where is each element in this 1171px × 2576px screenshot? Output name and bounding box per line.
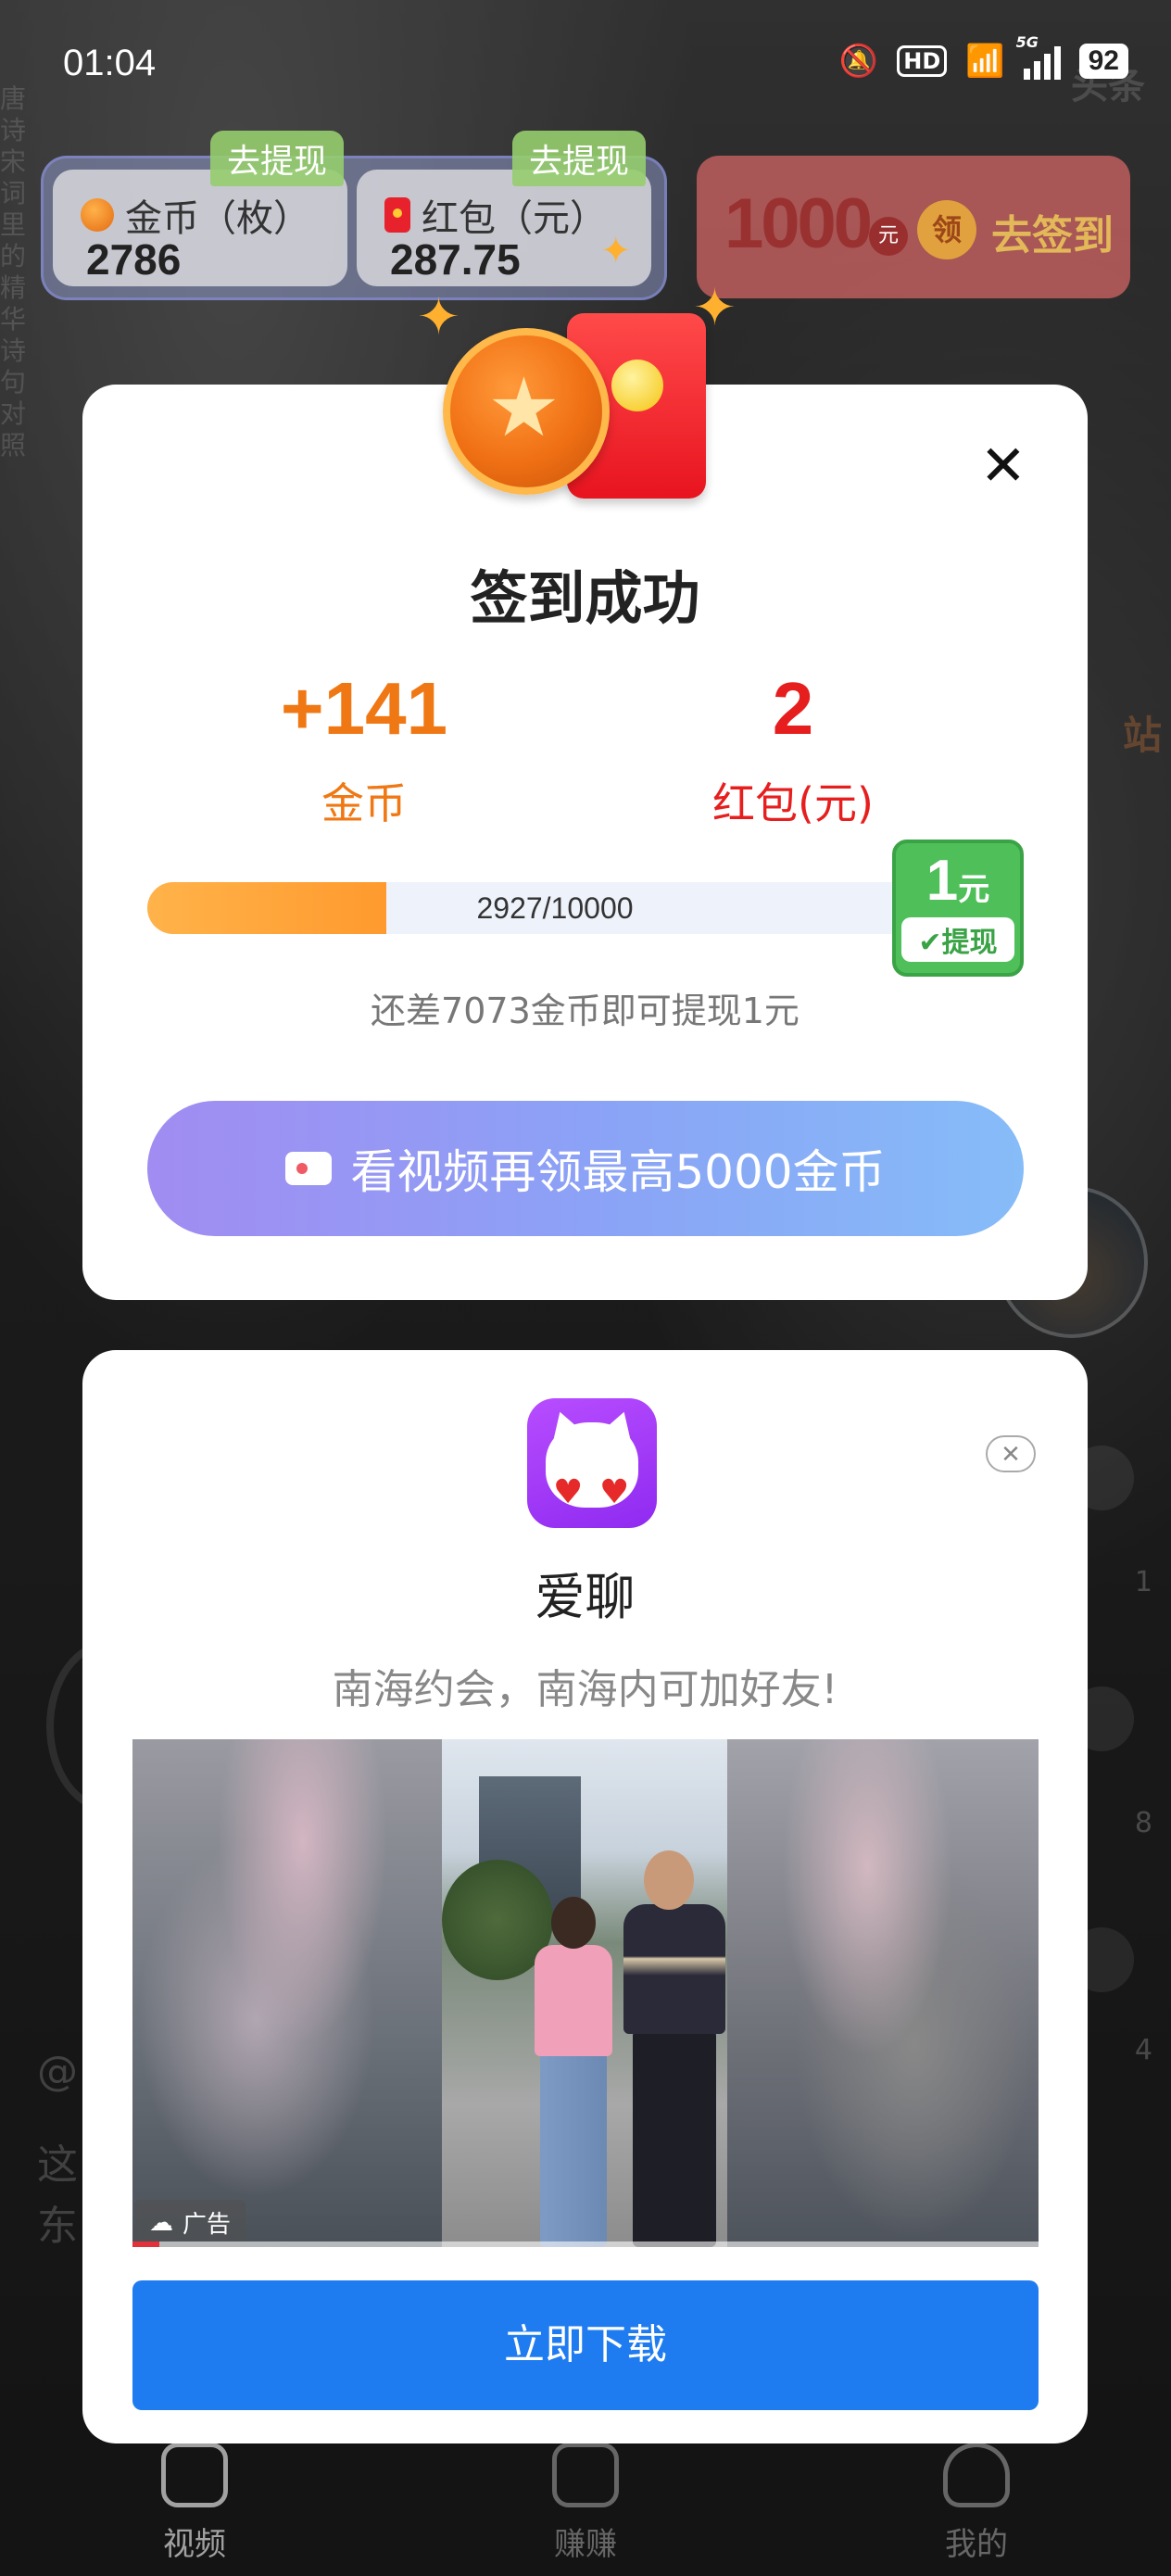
- ad-video-progress: [132, 2241, 1039, 2247]
- status-icons: 🔕 HD 📶 5G 92: [838, 33, 1128, 80]
- envelope-seal: [611, 360, 663, 411]
- ad-video[interactable]: ☁ 广告: [132, 1739, 1039, 2247]
- close-icon[interactable]: ✕: [980, 438, 1026, 494]
- red-packet-reward-value: 2: [772, 667, 814, 750]
- ad-label: ☁ 广告: [134, 2200, 246, 2245]
- heart-eye-icon: ♥: [553, 1473, 584, 1511]
- coin-value: 2786: [86, 235, 182, 284]
- sparkle-icon: ✦: [417, 287, 460, 347]
- man-figure: [633, 2030, 716, 2247]
- hd-icon: HD: [897, 45, 948, 77]
- download-button[interactable]: 立即下载: [132, 2280, 1039, 2410]
- ad-label-text: 广告: [183, 2211, 232, 2239]
- nav-item-profile[interactable]: 我的: [884, 2443, 1069, 2564]
- signin-claim-badge: 领: [917, 200, 976, 259]
- ad-video-blur-right: [727, 1739, 1039, 2247]
- cloud-icon: ☁: [149, 2208, 173, 2237]
- ad-card: ✕ ♥ ♥ 爱聊 南海约会，南海内可加好友! ☁ 广告 立即下载: [82, 1350, 1088, 2443]
- ad-close-icon[interactable]: ✕: [986, 1435, 1036, 1472]
- withdraw-badge[interactable]: 1元 ✔提现: [892, 840, 1024, 977]
- progress-text: 2927/10000: [476, 891, 634, 925]
- video-icon: [161, 2443, 228, 2507]
- red-packet-value: 287.75: [390, 235, 521, 284]
- star-icon: ★: [487, 360, 560, 455]
- man-figure: [644, 1850, 694, 1910]
- ad-video-progress-fill: [132, 2241, 160, 2247]
- signin-cta: 去签到: [991, 212, 1114, 259]
- check-icon: ✔: [918, 927, 942, 959]
- sparkle-icon: ✦: [693, 278, 737, 338]
- signin-success-dialog: ✕ 签到成功 +141 金币 2 红包(元) 2927/10000 1元 ✔提现…: [82, 385, 1088, 1300]
- coin-balance[interactable]: 去提现 金币（枚） 2786: [53, 131, 347, 286]
- battery-indicator: 92: [1078, 44, 1128, 79]
- signin-unit: 元: [869, 217, 908, 256]
- cat-face: ♥ ♥: [546, 1422, 638, 1511]
- woman-figure: [540, 2052, 607, 2247]
- coin-icon: [81, 198, 114, 232]
- wallet-icon: [552, 2443, 619, 2507]
- heart-eye-icon: ♥: [599, 1473, 630, 1511]
- woman-figure: [551, 1897, 596, 1949]
- red-packet-reward-unit: 红包(元): [712, 778, 874, 828]
- woman-figure: [535, 1945, 612, 2056]
- nav-label: 视频: [163, 2526, 226, 2563]
- signin-banner[interactable]: 1000 元 领 去签到: [697, 156, 1130, 298]
- watch-video-label: 看视频再领最高5000金币: [350, 1145, 886, 1199]
- status-bar: 01:04 🔕 HD 📶 5G 92: [0, 0, 1171, 130]
- withdraw-badge-amount: 1: [925, 849, 959, 913]
- red-packet-reward: 2 红包(元): [654, 672, 932, 831]
- sparkle-icon: ✦: [600, 230, 632, 272]
- rewards-bar: 去提现 金币（枚） 2786 去提现 红包（元） 287.75: [41, 131, 667, 300]
- watch-video-button[interactable]: 看视频再领最高5000金币: [147, 1101, 1024, 1236]
- withdraw-progress-bar: 2927/10000: [147, 882, 963, 934]
- bottom-nav: 视频 赚赚 我的: [0, 2443, 1171, 2576]
- red-packet-icon: [384, 197, 410, 233]
- progress-hint: 还差7073金币即可提现1元: [371, 991, 800, 1031]
- status-time: 01:04: [63, 43, 157, 83]
- cellular-signal-icon: 5G: [1016, 33, 1061, 80]
- ad-video-blur-left: [132, 1739, 442, 2247]
- wifi-icon: 📶: [965, 44, 1005, 79]
- profile-icon: [943, 2443, 1010, 2507]
- coin-reward: +141 金币: [225, 672, 503, 831]
- withdraw-badge-unit: 元: [958, 872, 990, 907]
- coin-withdraw-tag[interactable]: 去提现: [210, 131, 345, 186]
- ad-video-frame: [442, 1739, 727, 2247]
- nav-item-video[interactable]: 视频: [102, 2443, 287, 2564]
- app-name: 爱聊: [535, 1568, 636, 1626]
- man-figure: [623, 1904, 725, 2034]
- mute-icon: 🔕: [838, 44, 879, 79]
- network-type: 5G: [1015, 33, 1039, 51]
- app-description: 南海约会，南海内可加好友!: [332, 1666, 838, 1713]
- signin-amount: 1000: [724, 184, 873, 263]
- nav-label: 赚赚: [554, 2526, 617, 2563]
- withdraw-badge-action: 提现: [941, 927, 998, 959]
- video-camera-icon: [285, 1152, 333, 1185]
- nav-label: 我的: [945, 2526, 1008, 2563]
- coin-reward-unit: 金币: [321, 778, 407, 828]
- nav-item-earn[interactable]: 赚赚: [493, 2443, 678, 2564]
- gold-coin-icon: ★: [443, 328, 610, 495]
- red-packet-withdraw-tag[interactable]: 去提现: [512, 131, 647, 186]
- dialog-title: 签到成功: [470, 564, 700, 632]
- coin-reward-value: +141: [280, 667, 448, 750]
- app-logo-icon: ♥ ♥: [527, 1398, 657, 1528]
